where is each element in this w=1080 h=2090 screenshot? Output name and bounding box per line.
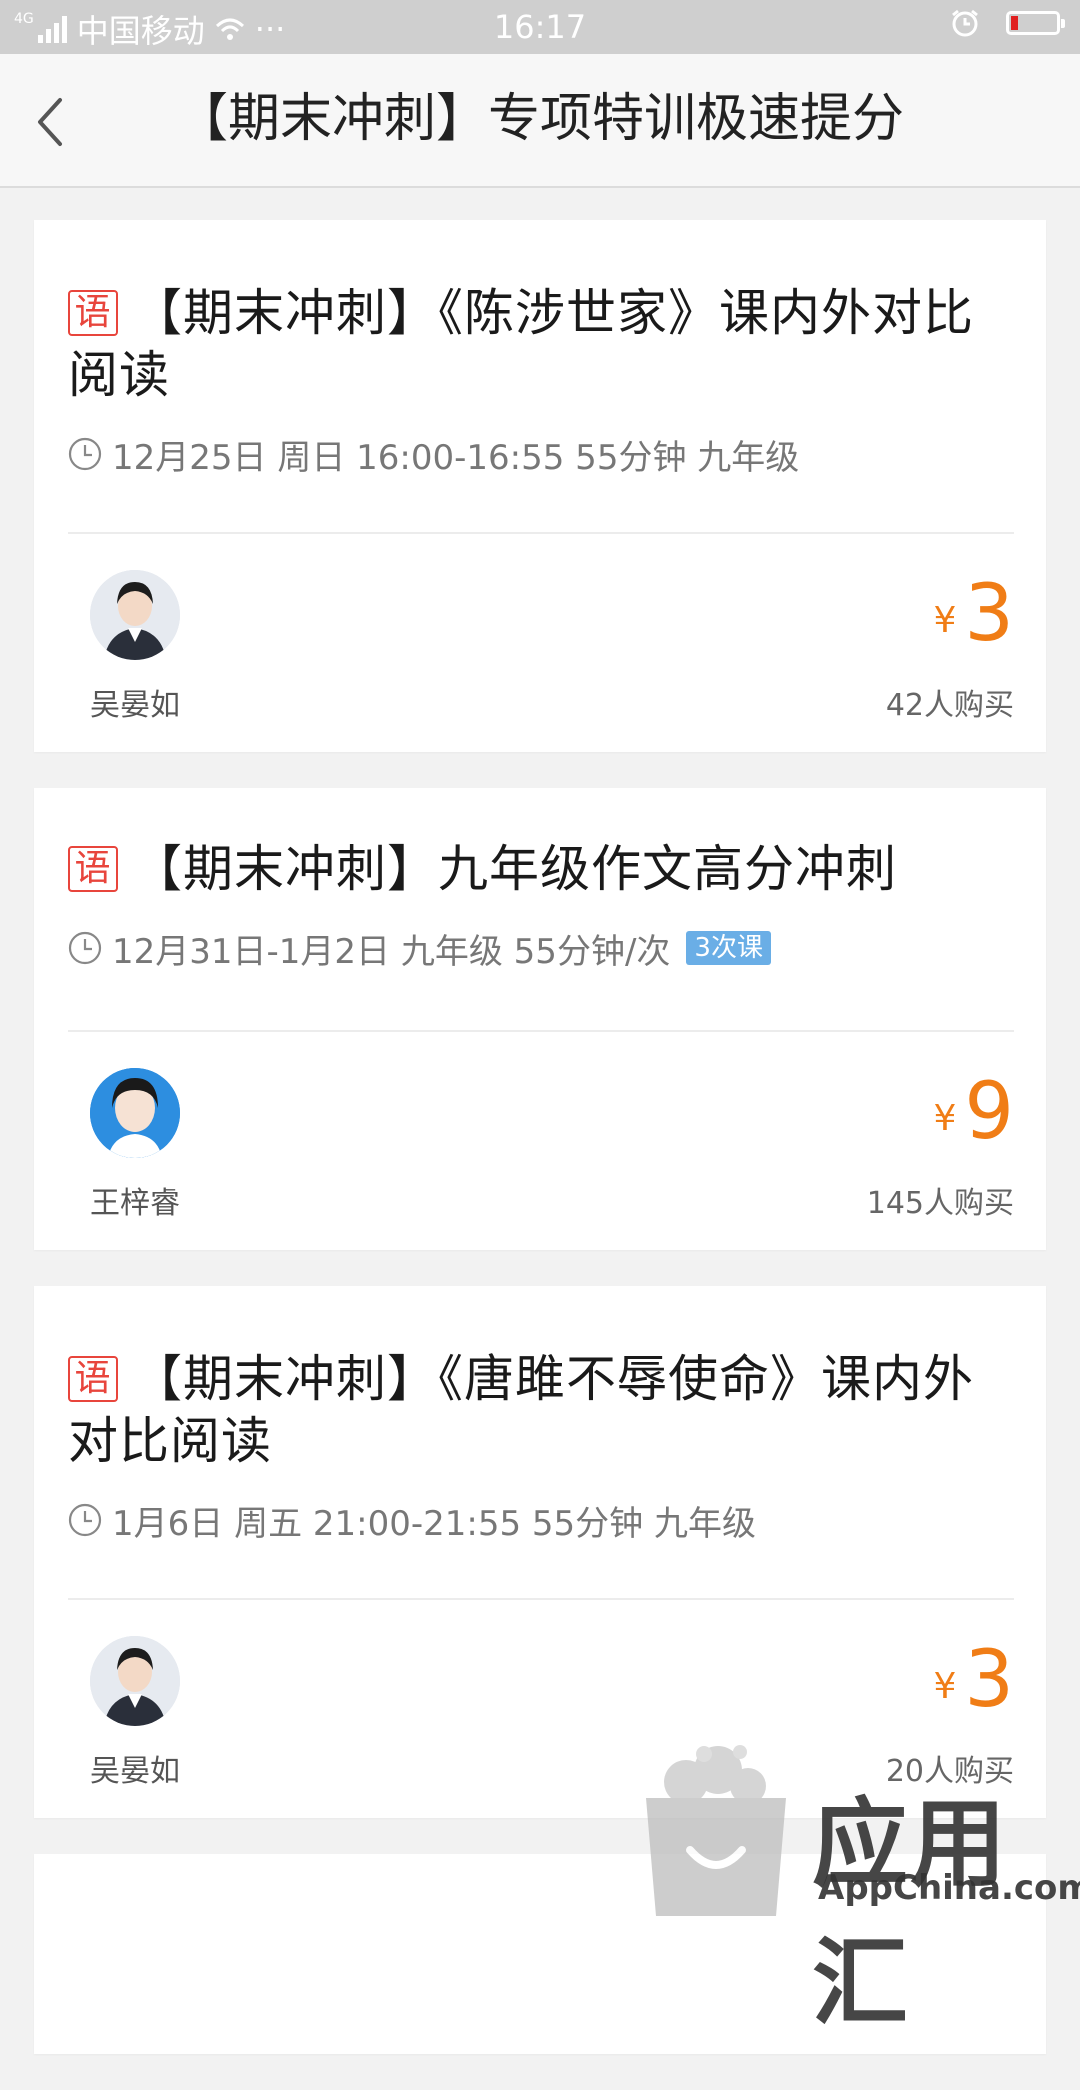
course-footer: 吴晏如 ¥3 42人购买	[34, 534, 1046, 752]
course-price: ¥3	[933, 1640, 1014, 1720]
chevron-left-icon	[38, 98, 62, 146]
page-title: 【期末冲刺】专项特训极速提分	[175, 89, 904, 149]
course-schedule: 12月25日 周日 16:00-16:55 55分钟 九年级	[112, 437, 800, 478]
course-info: 语【期末冲刺】九年级作文高分冲刺 12月31日-1月2日 九年级 55分钟/次 …	[34, 788, 1046, 974]
price-value: 9	[964, 1067, 1014, 1157]
person-icon	[90, 1068, 180, 1158]
course-price: ¥9	[933, 1072, 1014, 1152]
teacher-name: 吴晏如	[90, 688, 180, 723]
course-title-text: 【期末冲刺】九年级作文高分冲刺	[132, 840, 897, 898]
course-meta: 1月6日 周五 21:00-21:55 55分钟 九年级	[68, 1494, 1014, 1546]
course-card[interactable]: 语【期末冲刺】《唐雎不辱使命》课内外对比阅读 1月6日 周五 21:00-21:…	[34, 1286, 1046, 1818]
course-title-text: 【期末冲刺】《唐雎不辱使命》课内外对比阅读	[68, 1350, 974, 1470]
course-schedule: 1月6日 周五 21:00-21:55 55分钟 九年级	[112, 1503, 756, 1544]
teacher-name: 王梓睿	[90, 1186, 180, 1221]
teacher-avatar[interactable]	[90, 570, 180, 660]
course-footer: 王梓睿 ¥9 145人购买	[34, 1032, 1046, 1250]
person-icon	[90, 1636, 180, 1726]
course-title[interactable]: 语【期末冲刺】《唐雎不辱使命》课内外对比阅读	[68, 1348, 1014, 1472]
watermark-domain: AppChina.com	[818, 1868, 1080, 1908]
course-title[interactable]: 语【期末冲刺】《陈涉世家》课内外对比阅读	[68, 282, 1014, 406]
course-card[interactable]: 语【期末冲刺】《陈涉世家》课内外对比阅读 12月25日 周日 16:00-16:…	[34, 220, 1046, 752]
course-meta: 12月31日-1月2日 九年级 55分钟/次 3次课	[68, 922, 1014, 974]
price-value: 3	[964, 569, 1014, 659]
back-button[interactable]	[22, 90, 82, 154]
course-meta: 12月25日 周日 16:00-16:55 55分钟 九年级	[68, 428, 1014, 480]
alarm-icon	[952, 9, 978, 37]
buyer-count: 42人购买	[885, 688, 1014, 723]
appchina-logo-icon	[646, 1745, 786, 1916]
course-title-text: 【期末冲刺】《陈涉世家》课内外对比阅读	[68, 284, 974, 404]
person-icon	[90, 570, 180, 660]
subject-tag: 语	[68, 1356, 118, 1402]
clock-icon	[68, 1503, 102, 1537]
nav-bar: 【期末冲刺】专项特训极速提分	[0, 54, 1080, 188]
battery-level	[1011, 16, 1018, 30]
status-right	[950, 8, 1065, 38]
course-info: 语【期末冲刺】《唐雎不辱使命》课内外对比阅读 1月6日 周五 21:00-21:…	[34, 1286, 1046, 1546]
clock-icon	[68, 931, 102, 965]
currency-symbol: ¥	[933, 1098, 957, 1139]
course-card[interactable]: 语【期末冲刺】九年级作文高分冲刺 12月31日-1月2日 九年级 55分钟/次 …	[34, 788, 1046, 1250]
clock-icon	[68, 437, 102, 471]
subject-tag: 语	[68, 846, 118, 892]
status-bar: 4G 中国移动 ··· 16:17	[0, 0, 1080, 54]
teacher-name: 吴晏如	[90, 1754, 180, 1789]
watermark: 应用汇 AppChina.com	[636, 1740, 1080, 2039]
course-title[interactable]: 语【期末冲刺】九年级作文高分冲刺	[68, 838, 1014, 900]
price-value: 3	[964, 1635, 1014, 1725]
buyer-count: 145人购买	[866, 1186, 1014, 1221]
currency-symbol: ¥	[933, 1666, 957, 1707]
course-schedule: 12月31日-1月2日 九年级 55分钟/次	[112, 931, 671, 972]
subject-tag: 语	[68, 290, 118, 336]
lesson-count-badge: 3次课	[686, 931, 771, 965]
teacher-avatar[interactable]	[90, 1636, 180, 1726]
clock-time: 16:17	[493, 8, 587, 46]
teacher-avatar[interactable]	[90, 1068, 180, 1158]
battery-icon	[1006, 11, 1065, 35]
course-price: ¥3	[933, 574, 1014, 654]
course-info: 语【期末冲刺】《陈涉世家》课内外对比阅读 12月25日 周日 16:00-16:…	[34, 220, 1046, 480]
currency-symbol: ¥	[933, 600, 957, 641]
